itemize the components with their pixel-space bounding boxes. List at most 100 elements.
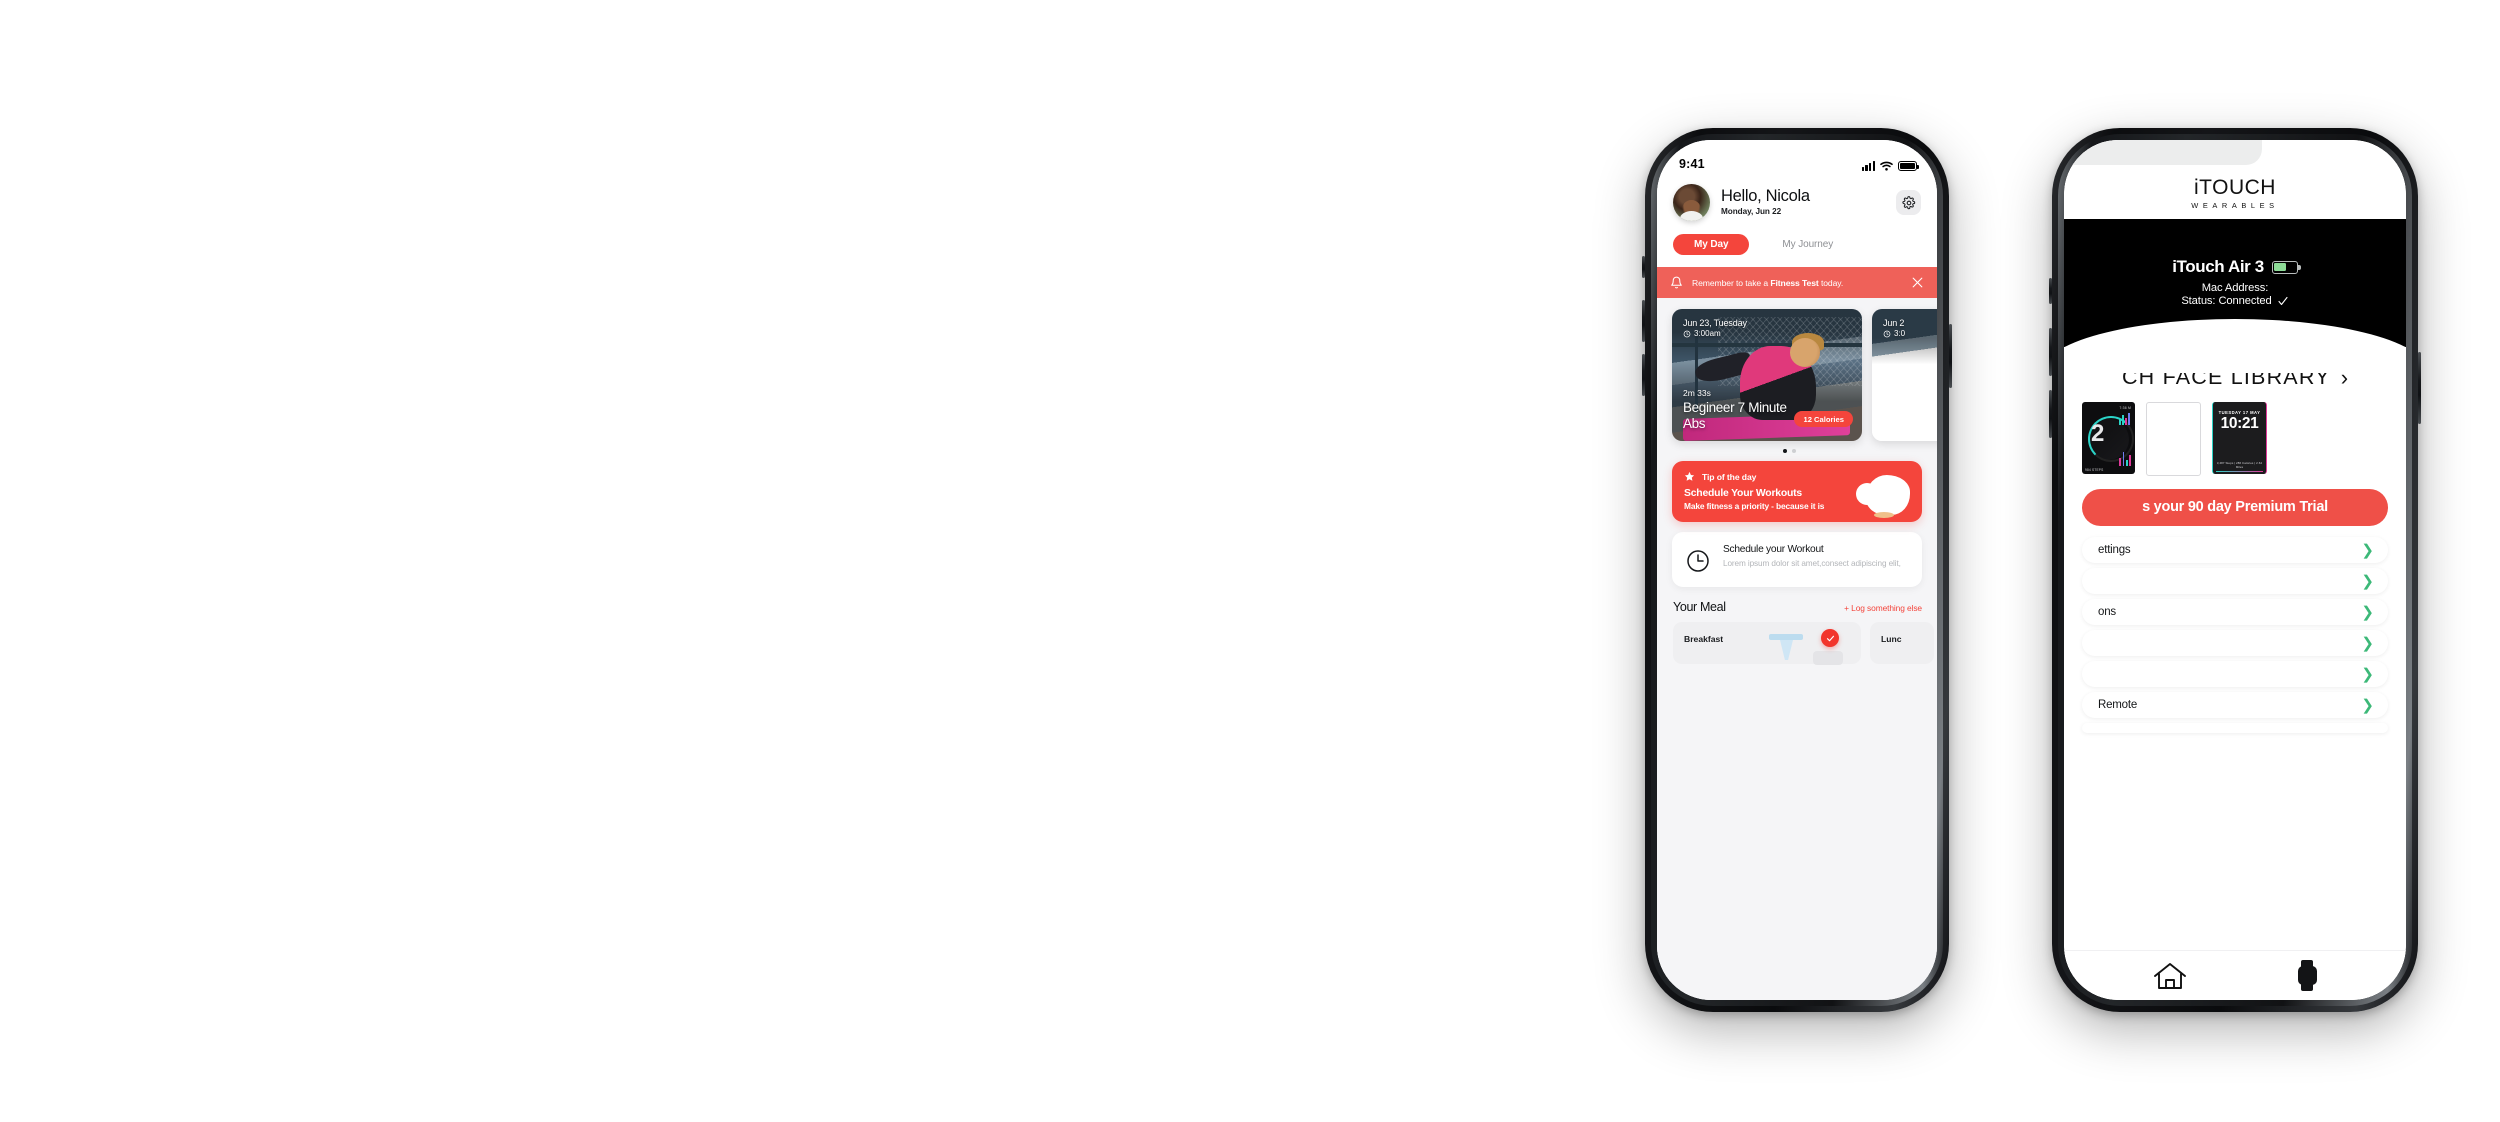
check-icon (1826, 635, 1834, 641)
meal-tile-row[interactable]: Breakfast Lunc (1657, 614, 1937, 665)
clock-icon (1883, 330, 1891, 338)
screenshot-canvas: iTOUCH WEARABLES iTouch Air 3 Mac Addres… (0, 0, 2500, 1122)
meal-illustration-shadow (1813, 651, 1843, 665)
list-item[interactable]: ❯ (2082, 661, 2388, 687)
itouch-logo: iTOUCH WEARABLES (2064, 173, 2406, 219)
watch-face-thumb[interactable] (2146, 402, 2201, 476)
phone-screen-left: 9:41 Hello, Nicola Monday, Jun 22 My Day… (1657, 140, 1937, 1000)
schedule-title: Schedule your Workout (1723, 544, 1824, 555)
tab-my-journey[interactable]: My Journey (1761, 234, 1854, 255)
list-item-label: Remote (2098, 699, 2138, 711)
meal-illustration (1769, 634, 1803, 660)
side-button-power[interactable] (1949, 324, 1952, 388)
bottom-tab-bar (2064, 950, 2406, 1000)
meal-tile-breakfast[interactable]: Breakfast (1673, 622, 1861, 665)
battery-icon (1898, 161, 1920, 171)
equalizer-graphic (2119, 448, 2131, 466)
workout-card-title-block: 2m 33s Begineer 7 Minute Abs (1683, 388, 1793, 431)
tip-of-the-day-card[interactable]: Tip of the day Schedule Your Workouts Ma… (1672, 461, 1922, 522)
chevron-right-icon[interactable]: ❯ (2361, 636, 2374, 651)
workout-date: Jun 2 (1883, 318, 1905, 328)
list-item[interactable]: ettings ❯ (2082, 537, 2388, 563)
mac-address-label: Mac Address: (2201, 282, 2269, 294)
list-item[interactable]: ❯ (2082, 630, 2388, 656)
workout-time-row: 3:0 (1883, 329, 1905, 339)
workout-title: Begineer 7 Minute Abs (1683, 400, 1787, 431)
side-button-mute[interactable] (1642, 256, 1645, 278)
chevron-right-icon[interactable]: ❯ (2361, 698, 2374, 713)
brand-tagline: WEARABLES (2191, 201, 2279, 210)
side-button-volume-up[interactable] (1642, 300, 1645, 342)
workout-duration: 2m 33s (1683, 388, 1711, 399)
tab-device[interactable] (2297, 960, 2317, 991)
status-bar-right (2064, 140, 2406, 173)
meal-tile-label: Breakfast (1684, 634, 1724, 644)
device-name-row: iTouch Air 3 (2064, 257, 2406, 277)
workout-card[interactable]: Jun 2 3:0 (1872, 309, 1937, 441)
premium-trial-banner[interactable]: s your 90 day Premium Trial (2082, 489, 2388, 526)
workout-date: Jun 23, Tuesday (1683, 318, 1747, 328)
side-button-volume-down[interactable] (1642, 354, 1645, 396)
watch-face-top-label: 7:36 M (2119, 406, 2131, 410)
home-icon (2154, 962, 2187, 989)
status-label: Status: Connected (2181, 295, 2272, 307)
page-title: Hello, Nicola (1721, 187, 1810, 206)
list-item[interactable]: ons ❯ (2082, 599, 2388, 625)
status-clock: 9:41 (1679, 157, 1705, 171)
watch-face-footer: 984 STEPS (2085, 468, 2104, 472)
bell-icon (1671, 276, 1682, 289)
list-item[interactable]: Remote ❯ (2082, 692, 2388, 718)
itouch-app: iTOUCH WEARABLES iTouch Air 3 Mac Addres… (2064, 140, 2406, 1000)
battery-icon (2271, 260, 2301, 274)
watch-face-stats: 3,487 Steps | 286 Calories | 2.64 Miles (2216, 461, 2263, 469)
meal-checked-badge[interactable] (1821, 629, 1839, 647)
carousel-page-dots[interactable] (1657, 441, 1922, 459)
tab-home[interactable] (2153, 961, 2187, 991)
schedule-workout-card[interactable]: Schedule your Workout Lorem ipsum dolor … (1672, 532, 1922, 587)
side-button-mute[interactable] (2049, 278, 2052, 304)
current-date: Monday, Jun 22 (1721, 207, 1782, 217)
app-header: Hello, Nicola Monday, Jun 22 (1657, 174, 1937, 225)
workout-card[interactable]: Jun 23, Tuesday 3:00am 2m 33s Begineer 7… (1672, 309, 1862, 441)
tab-my-day[interactable]: My Day (1673, 234, 1750, 255)
list-item[interactable]: ❯ (2082, 568, 2388, 594)
close-icon[interactable] (1911, 276, 1924, 289)
side-button-volume-up[interactable] (2049, 328, 2052, 376)
chevron-right-icon[interactable]: ❯ (2361, 574, 2374, 589)
watch-face-big-number: 2 (2091, 420, 2105, 447)
list-item[interactable] (2082, 723, 2388, 733)
brand-name: iTOUCH (2194, 176, 2276, 199)
chevron-right-icon[interactable]: ❯ (2361, 667, 2374, 682)
watch-icon-band-bottom (2301, 983, 2314, 991)
cellular-signal-icon (1861, 161, 1875, 171)
watch-face-list[interactable]: 7:36 M 2 984 STEPS TUESDAY 17 MAY 10:21 … (2064, 402, 2406, 476)
settings-button[interactable] (1896, 190, 1921, 215)
phone-screen-right: iTOUCH WEARABLES iTouch Air 3 Mac Addres… (2064, 140, 2406, 1000)
fitness-app: 9:41 Hello, Nicola Monday, Jun 22 My Day… (1657, 140, 1937, 1000)
side-button-volume-down[interactable] (2049, 390, 2052, 438)
avatar[interactable] (1673, 184, 1710, 221)
list-item-label: ons (2098, 606, 2116, 618)
meal-tile-lunch[interactable]: Lunc (1870, 622, 1934, 664)
schedule-text-block: Schedule your Workout Lorem ipsum dolor … (1723, 544, 1901, 570)
meal-section-title: Your Meal (1673, 600, 1726, 614)
watch-face-thumb[interactable]: 7:36 M 2 984 STEPS (2082, 402, 2135, 474)
watch-face-thumb[interactable]: TUESDAY 17 MAY 10:21 3,487 Steps | 286 C… (2212, 402, 2267, 474)
chevron-right-icon[interactable]: ❯ (2361, 605, 2374, 620)
workout-carousel[interactable]: Jun 23, Tuesday 3:00am 2m 33s Begineer 7… (1672, 298, 1937, 441)
side-button-power[interactable] (2418, 352, 2421, 424)
page-dot-active[interactable] (1783, 449, 1787, 453)
clock-icon (1683, 330, 1691, 338)
meal-section-header: Your Meal + Log something else (1657, 587, 1937, 614)
mini-bars (2119, 411, 2130, 425)
gear-icon (1901, 195, 1915, 209)
app-scroll-area[interactable]: Hello, Nicola Monday, Jun 22 My Day My J… (1657, 174, 1937, 1000)
chevron-right-icon[interactable]: ❯ (2361, 543, 2374, 558)
status-icon-group (1861, 161, 1920, 171)
workout-time: 3:0 (1894, 329, 1906, 339)
log-something-else-link[interactable]: + Log something else (1844, 603, 1922, 613)
tab-bar: My Day My Journey (1657, 225, 1937, 267)
workout-card-meta: Jun 2 3:0 (1883, 318, 1905, 339)
page-dot[interactable] (1792, 449, 1796, 453)
decorative-blob (1856, 475, 1910, 518)
